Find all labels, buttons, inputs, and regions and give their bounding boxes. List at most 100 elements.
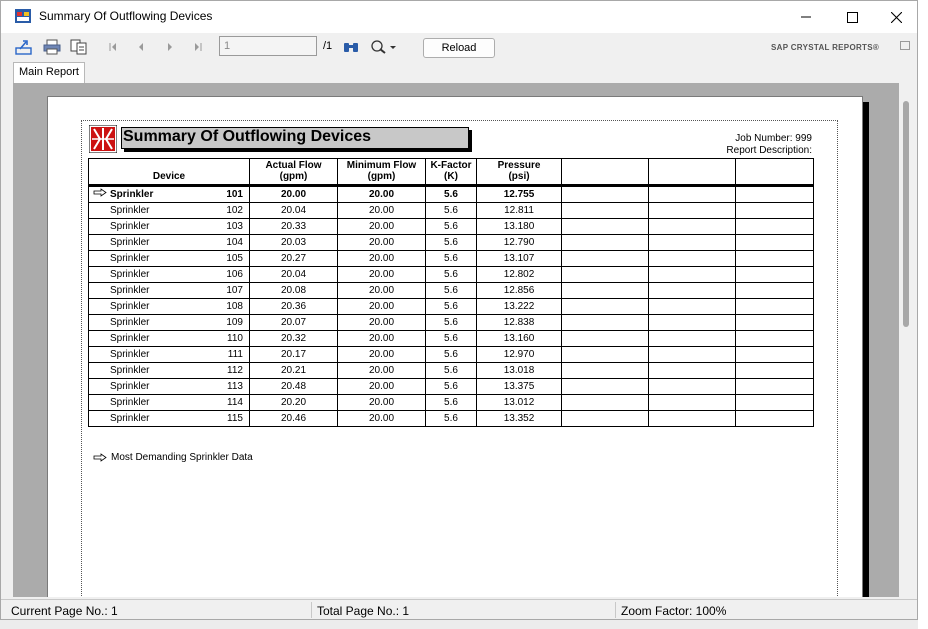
report-page: Summary Of Outflowing Devices Job Number… bbox=[47, 96, 863, 597]
page-total-label: /1 bbox=[323, 40, 333, 52]
table-row: Sprinkler 111 20.17 20.00 5.6 12.970 bbox=[88, 346, 814, 363]
table-body: Sprinkler 101 20.00 20.00 5.6 12.755 Sprinkler… bbox=[88, 183, 814, 427]
device-number: 108 bbox=[226, 301, 243, 312]
pressure-cell: 12.755 bbox=[476, 186, 562, 203]
window-title: Summary Of Outflowing Devices bbox=[39, 9, 213, 23]
kfactor-cell: 5.6 bbox=[425, 362, 477, 379]
empty-cell bbox=[735, 282, 814, 299]
device-cell: Sprinkler 112 bbox=[88, 362, 250, 379]
empty-cell bbox=[735, 314, 814, 331]
device-name: Sprinkler bbox=[110, 253, 150, 264]
empty-cell bbox=[561, 186, 649, 203]
kfactor-cell: 5.6 bbox=[425, 186, 477, 203]
reload-button[interactable]: Reload bbox=[423, 38, 495, 58]
table-row: Sprinkler 110 20.32 20.00 5.6 13.160 bbox=[88, 330, 814, 347]
empty-cell bbox=[561, 282, 649, 299]
maximize-icon bbox=[846, 11, 858, 23]
device-number: 103 bbox=[226, 221, 243, 232]
empty-cell bbox=[561, 394, 649, 411]
page-number-input[interactable] bbox=[219, 36, 317, 56]
print-button[interactable] bbox=[42, 37, 62, 57]
pressure-cell: 12.970 bbox=[476, 346, 562, 363]
vertical-scrollbar[interactable] bbox=[899, 83, 915, 597]
report-description: Report Description: bbox=[726, 145, 812, 156]
pressure-cell: 13.222 bbox=[476, 298, 562, 315]
device-number: 107 bbox=[226, 285, 243, 296]
device-number: 104 bbox=[226, 237, 243, 248]
devices-table: Device Actual Flow (gpm) Minimum Flow (gpm… bbox=[88, 158, 814, 427]
empty-cell bbox=[735, 330, 814, 347]
first-page-icon bbox=[109, 43, 116, 51]
empty-cell bbox=[561, 218, 649, 235]
empty-cell bbox=[735, 218, 814, 235]
first-page-button[interactable] bbox=[103, 37, 123, 57]
table-header-row: Device Actual Flow (gpm) Minimum Flow (gpm… bbox=[88, 158, 814, 185]
tab-main-report[interactable]: Main Report bbox=[13, 62, 85, 83]
prev-page-icon bbox=[139, 43, 143, 51]
actual-flow-cell: 20.04 bbox=[249, 202, 338, 219]
last-page-button[interactable] bbox=[188, 37, 208, 57]
next-page-button[interactable] bbox=[160, 37, 180, 57]
empty-cell bbox=[561, 202, 649, 219]
empty-cell bbox=[648, 378, 736, 395]
device-number: 111 bbox=[227, 349, 243, 360]
actual-flow-cell: 20.48 bbox=[249, 378, 338, 395]
table-row: Sprinkler 113 20.48 20.00 5.6 13.375 bbox=[88, 378, 814, 395]
table-row: Sprinkler 104 20.03 20.00 5.6 12.790 bbox=[88, 234, 814, 251]
table-row: Sprinkler 105 20.27 20.00 5.6 13.107 bbox=[88, 250, 814, 267]
close-button[interactable] bbox=[873, 1, 917, 33]
next-page-icon bbox=[168, 43, 172, 51]
status-bar: Current Page No.: 1 Total Page No.: 1 Zo… bbox=[1, 599, 917, 619]
toolbar-close-icon[interactable] bbox=[900, 41, 910, 50]
report-viewport: Summary Of Outflowing Devices Job Number… bbox=[13, 83, 915, 597]
minimum-flow-cell: 20.00 bbox=[337, 394, 426, 411]
copy-button[interactable] bbox=[69, 37, 89, 57]
empty-cell bbox=[648, 186, 736, 203]
device-cell: Sprinkler 115 bbox=[88, 410, 250, 427]
device-cell: Sprinkler 102 bbox=[88, 202, 250, 219]
export-icon bbox=[15, 40, 32, 55]
export-button[interactable] bbox=[14, 37, 34, 57]
empty-cell bbox=[648, 314, 736, 331]
zoom-button[interactable] bbox=[369, 37, 399, 57]
empty-cell bbox=[561, 250, 649, 267]
status-current-page: Current Page No.: 1 bbox=[11, 604, 118, 618]
app-icon bbox=[15, 9, 31, 23]
pressure-cell: 13.018 bbox=[476, 362, 562, 379]
kfactor-cell: 5.6 bbox=[425, 410, 477, 427]
empty-cell bbox=[561, 330, 649, 347]
actual-flow-cell: 20.07 bbox=[249, 314, 338, 331]
minimum-flow-cell: 20.00 bbox=[337, 250, 426, 267]
actual-flow-cell: 20.21 bbox=[249, 362, 338, 379]
status-total-page: Total Page No.: 1 bbox=[317, 604, 410, 618]
minimize-button[interactable] bbox=[783, 1, 829, 33]
empty-cell bbox=[648, 282, 736, 299]
kfactor-cell: 5.6 bbox=[425, 250, 477, 267]
find-button[interactable] bbox=[341, 37, 361, 57]
pressure-cell: 12.802 bbox=[476, 266, 562, 283]
pressure-cell: 13.107 bbox=[476, 250, 562, 267]
minimum-flow-cell: 20.00 bbox=[337, 330, 426, 347]
device-name: Sprinkler bbox=[110, 189, 154, 200]
title-bar: Summary Of Outflowing Devices bbox=[1, 1, 917, 33]
actual-flow-cell: 20.36 bbox=[249, 298, 338, 315]
empty-cell bbox=[561, 362, 649, 379]
maximize-button[interactable] bbox=[829, 1, 875, 33]
empty-cell bbox=[561, 234, 649, 251]
kfactor-cell: 5.6 bbox=[425, 202, 477, 219]
table-row: Sprinkler 107 20.08 20.00 5.6 12.856 bbox=[88, 282, 814, 299]
pressure-cell: 13.160 bbox=[476, 330, 562, 347]
empty-cell bbox=[735, 250, 814, 267]
prev-page-button[interactable] bbox=[131, 37, 151, 57]
pressure-cell: 12.790 bbox=[476, 234, 562, 251]
col-kfactor: K-Factor (K) bbox=[425, 158, 477, 185]
vertical-scrollbar-thumb[interactable] bbox=[903, 101, 909, 327]
empty-cell bbox=[735, 202, 814, 219]
actual-flow-cell: 20.03 bbox=[249, 234, 338, 251]
table-row: Sprinkler 114 20.20 20.00 5.6 13.012 bbox=[88, 394, 814, 411]
device-cell: Sprinkler 114 bbox=[88, 394, 250, 411]
actual-flow-cell: 20.20 bbox=[249, 394, 338, 411]
empty-cell bbox=[648, 266, 736, 283]
device-name: Sprinkler bbox=[110, 301, 150, 312]
device-cell: Sprinkler 107 bbox=[88, 282, 250, 299]
